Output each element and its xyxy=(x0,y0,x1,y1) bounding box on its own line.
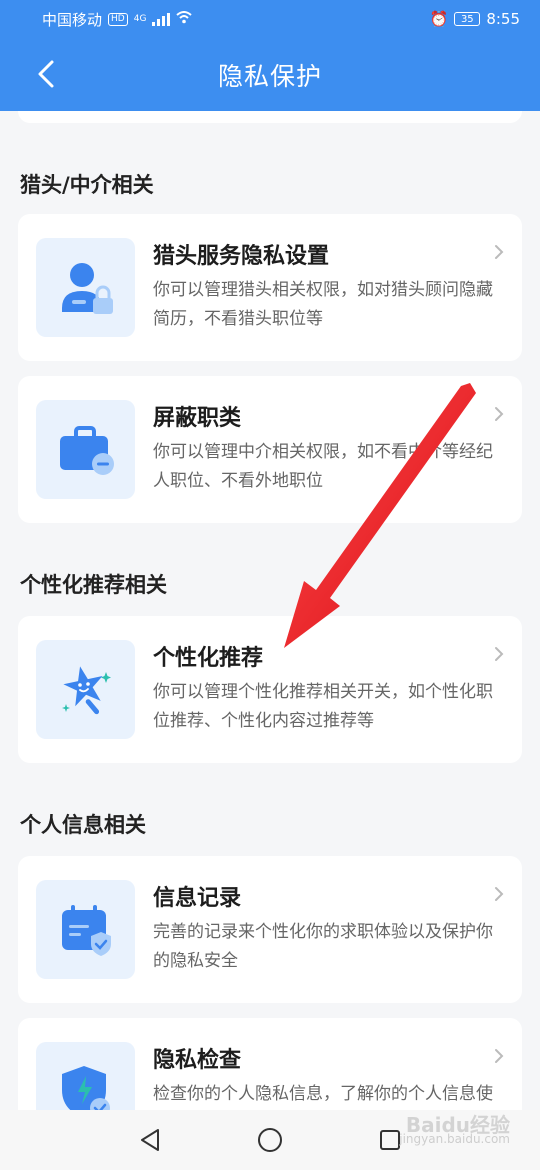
card-description: 检查你的个人隐私信息，了解你的个人信息使用状态 xyxy=(153,1084,493,1104)
status-right: ⏰ 35 8:55 xyxy=(430,10,520,28)
calendar-shield-icon xyxy=(36,880,135,979)
card-title: 猎头服务隐私设置 xyxy=(153,244,330,269)
star-wand-icon xyxy=(36,640,135,739)
clock: 8:55 xyxy=(486,10,520,28)
briefcase-minus-icon xyxy=(36,400,135,499)
section-title-headhunter: 猎头/中介相关 xyxy=(20,173,154,197)
card-block-job-categories[interactable]: 屏蔽职类 你可以管理中介相关权限，如不看中介等经纪人职位、不看外地职位 xyxy=(18,376,522,523)
settings-list[interactable]: 猎头/中介相关 猎头服务隐私设置 你可以管理猎头相关权限，如对猎头顾问隐藏简历，… xyxy=(0,111,540,1110)
system-nav-bar xyxy=(0,1110,540,1170)
chevron-right-icon xyxy=(494,1048,504,1068)
network-label: 4G xyxy=(133,14,147,24)
chevron-right-icon xyxy=(494,886,504,906)
hd-badge: HD xyxy=(108,12,128,26)
card-description: 你可以管理中介相关权限，如不看中介等经纪人职位、不看外地职位 xyxy=(153,442,493,491)
status-bar: 中国移动 HD 4G ⏰ 35 8:55 xyxy=(0,0,540,38)
chevron-right-icon xyxy=(494,646,504,666)
card-description: 完善的记录来个性化你的求职体验以及保护你的隐私安全 xyxy=(153,922,493,971)
alarm-icon: ⏰ xyxy=(429,10,449,28)
battery-icon: 35 xyxy=(454,12,481,26)
card-personalized-recommendation[interactable]: 个性化推荐 你可以管理个性化推荐相关开关，如个性化职位推荐、个性化内容过推荐等 xyxy=(18,616,522,763)
card-description: 你可以管理猎头相关权限，如对猎头顾问隐藏简历，不看猎头职位等 xyxy=(153,280,493,329)
card-title: 信息记录 xyxy=(153,886,242,911)
section-title-personal-info: 个人信息相关 xyxy=(20,813,146,837)
person-lock-icon xyxy=(36,238,135,337)
page-title: 隐私保护 xyxy=(217,61,322,91)
chevron-right-icon xyxy=(494,244,504,264)
card-description: 你可以管理个性化推荐相关开关，如个性化职位推荐、个性化内容过推荐等 xyxy=(153,682,493,731)
back-triangle-icon[interactable] xyxy=(128,1118,172,1162)
nav-bar: 隐私保护 xyxy=(0,38,540,111)
card-title: 屏蔽职类 xyxy=(153,406,242,431)
status-left: 中国移动 HD 4G xyxy=(42,9,193,30)
shield-check-icon xyxy=(36,1042,135,1110)
card-title: 隐私检查 xyxy=(153,1048,242,1073)
recents-square-icon[interactable] xyxy=(368,1118,412,1162)
carrier-label: 中国移动 xyxy=(42,10,103,29)
card-title: 个性化推荐 xyxy=(153,646,264,671)
card-info-records[interactable]: 信息记录 完善的记录来个性化你的求职体验以及保护你的隐私安全 xyxy=(18,856,522,1003)
back-icon[interactable] xyxy=(24,52,68,96)
section-title-personalization: 个性化推荐相关 xyxy=(20,573,167,597)
card-headhunter-privacy[interactable]: 猎头服务隐私设置 你可以管理猎头相关权限，如对猎头顾问隐藏简历，不看猎头职位等 xyxy=(18,214,522,361)
card-privacy-check[interactable]: 隐私检查 检查你的个人隐私信息，了解你的个人信息使用状态 xyxy=(18,1018,522,1110)
wifi-icon xyxy=(176,10,193,28)
partial-card xyxy=(18,111,522,123)
signal-icon xyxy=(152,12,171,26)
home-circle-icon[interactable] xyxy=(248,1118,292,1162)
chevron-right-icon xyxy=(494,406,504,426)
